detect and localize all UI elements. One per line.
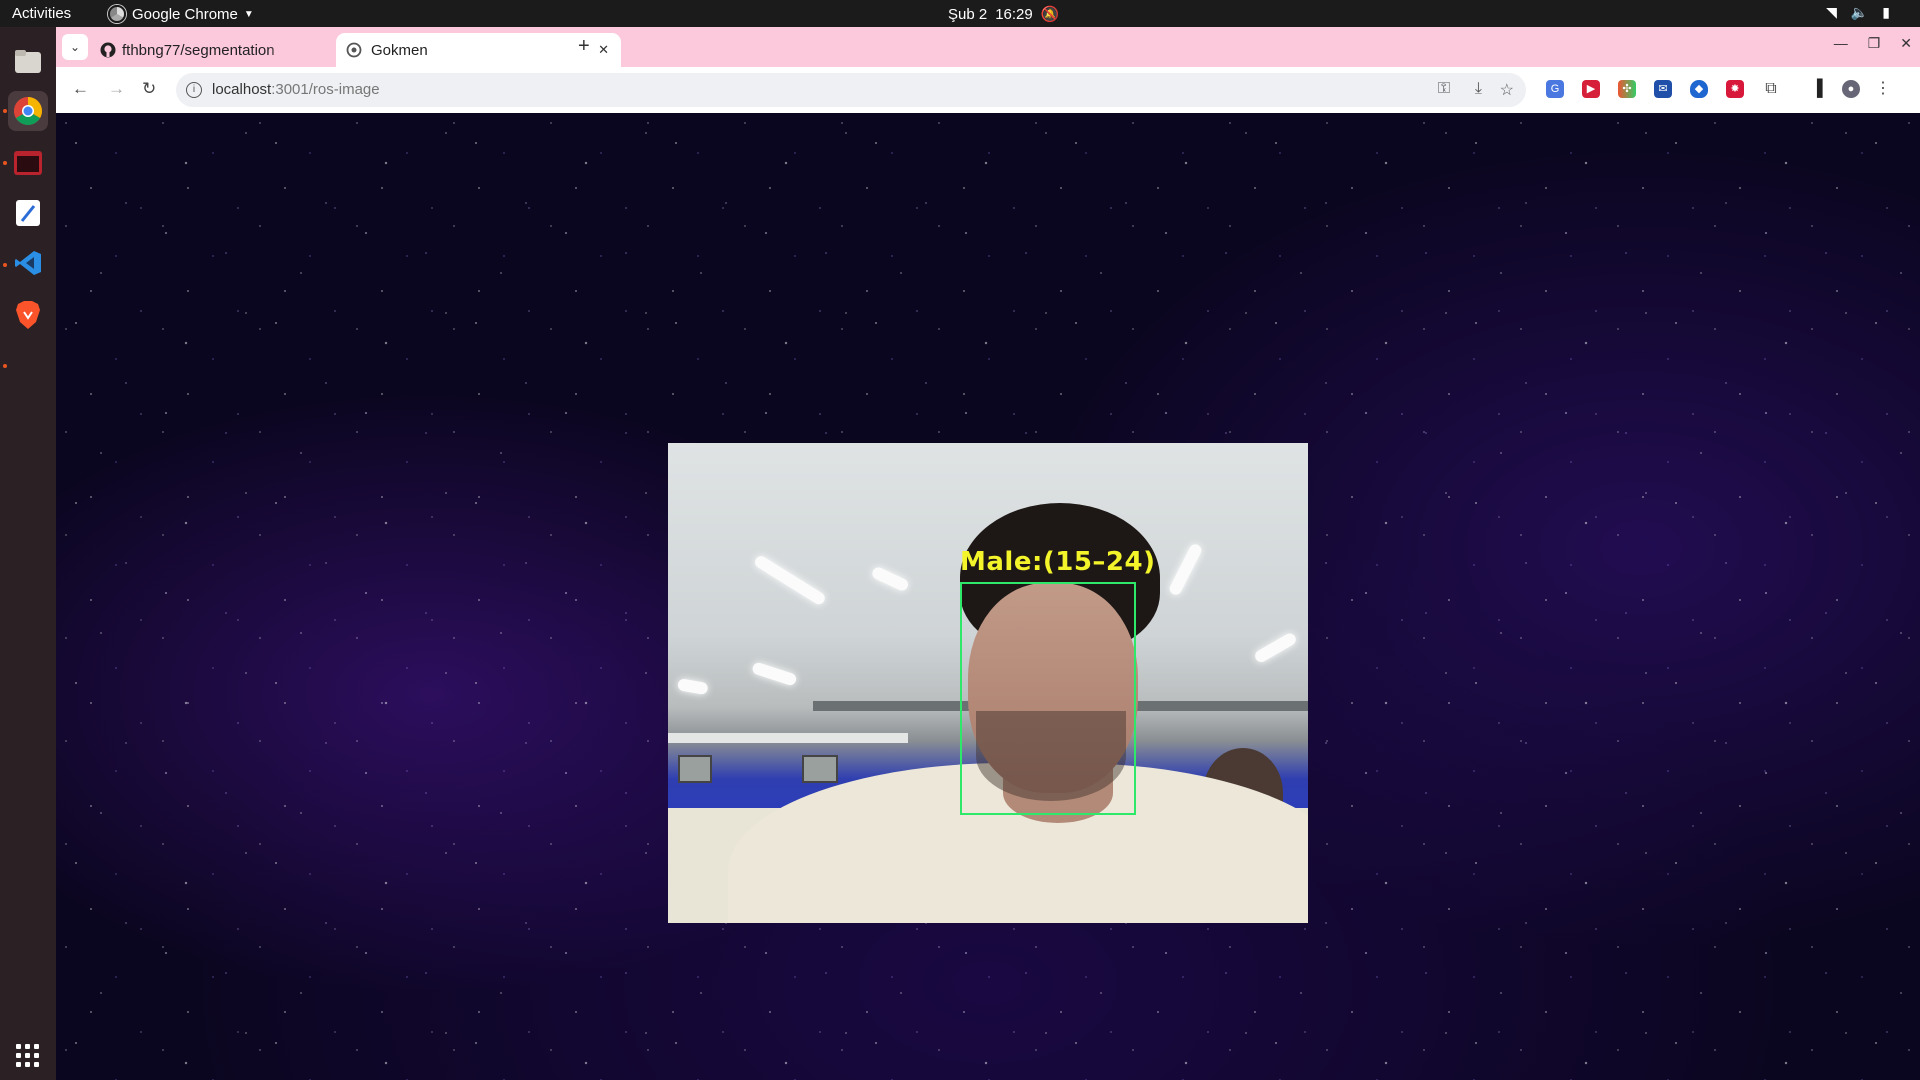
extension-icon[interactable]: ▶ [1582, 80, 1600, 98]
show-applications-icon[interactable] [16, 1044, 40, 1068]
notifications-off-icon: 🔕 [1040, 6, 1060, 23]
files-icon[interactable] [8, 41, 48, 81]
wifi-icon: ◥ [1826, 4, 1837, 20]
shield-extension-icon[interactable]: ◆ [1690, 80, 1708, 98]
wall-stripe [668, 733, 908, 743]
wall-frame [678, 755, 712, 783]
ceiling-light [870, 565, 910, 593]
running-indicator [3, 364, 7, 368]
text-editor-icon[interactable] [8, 193, 48, 233]
address-bar[interactable]: i localhost:3001/ros-image ⚿ ⤓ ☆ [176, 73, 1526, 107]
extension-icon[interactable]: ✉ [1654, 80, 1672, 98]
ceiling-light [1167, 542, 1204, 597]
ceiling-light [1253, 631, 1298, 665]
minimize-icon[interactable]: — [1834, 35, 1848, 52]
ros-camera-image: Male:(15–24) [668, 443, 1308, 923]
install-app-icon[interactable]: ⤓ [1475, 80, 1482, 98]
system-tray[interactable]: ◥ 🔈 ▮ [1826, 4, 1890, 21]
site-info-icon[interactable]: i [186, 82, 202, 98]
tab-segmentation[interactable]: fthbng77/segmentation ✕ [100, 33, 376, 67]
page-viewport: Male:(15–24) [56, 113, 1920, 1080]
ceiling-light [676, 678, 709, 696]
browser-window: ⌄ fthbng77/segmentation ✕ Gokmen ✕ + — ❐… [56, 27, 1920, 1080]
new-tab-button[interactable]: + [578, 35, 590, 58]
wall-frame [802, 755, 838, 783]
github-icon [100, 42, 116, 58]
url-text[interactable]: localhost:3001/ros-image [212, 81, 380, 98]
terminal-icon[interactable] [8, 143, 48, 183]
app-name: Google Chrome [132, 5, 238, 23]
tab-search-button[interactable]: ⌄ [62, 34, 88, 60]
ceiling-light [752, 553, 828, 607]
chevron-down-icon: ▼ [243, 8, 254, 20]
activities-button[interactable]: Activities [12, 5, 71, 22]
detection-label: Male:(15–24) [960, 547, 1156, 577]
password-key-icon[interactable]: ⚿ [1438, 80, 1450, 98]
close-tab-icon[interactable]: ✕ [598, 42, 609, 58]
extension-icon[interactable]: ✣ [1618, 80, 1636, 98]
vscode-icon[interactable] [8, 243, 48, 283]
extension-icon[interactable]: ✸ [1726, 80, 1744, 98]
url-path: :3001/ros-image [271, 81, 380, 98]
translate-extension-icon[interactable]: G [1546, 80, 1564, 98]
forward-button[interactable]: → [108, 79, 125, 99]
bookmark-star-icon[interactable]: ☆ [1500, 80, 1514, 100]
volume-icon: 🔈 [1850, 4, 1869, 20]
app-menu[interactable]: Google Chrome ▼ [108, 5, 254, 23]
ceiling-light [751, 661, 798, 687]
chrome-icon[interactable] [8, 91, 48, 131]
globe-icon [346, 42, 362, 58]
time-label: 16:29 [995, 5, 1033, 23]
running-indicator [3, 161, 7, 165]
dock [0, 27, 56, 1080]
tab-title: Gokmen [371, 41, 428, 59]
system-top-bar: Activities Google Chrome ▼ Şub 2 16:29 🔕… [0, 0, 1920, 27]
side-panel-icon[interactable]: ▐ [1808, 80, 1826, 98]
profile-avatar[interactable]: ● [1842, 80, 1860, 98]
chevron-down-icon: ⌄ [69, 40, 81, 54]
clock[interactable]: Şub 2 16:29 🔕 [948, 5, 1060, 24]
restore-icon[interactable]: ❐ [1868, 35, 1881, 52]
browser-toolbar: ← → ↻ i localhost:3001/ros-image ⚿ ⤓ ☆ G… [56, 67, 1920, 113]
face-bounding-box [960, 582, 1136, 815]
window-controls: — ❐ ✕ [1834, 35, 1912, 52]
back-button[interactable]: ← [72, 79, 89, 99]
battery-icon: ▮ [1882, 4, 1890, 20]
menu-kebab-icon[interactable]: ⋮ [1874, 80, 1892, 98]
chrome-icon [108, 5, 126, 23]
extensions-puzzle-icon[interactable]: ⧉ [1762, 80, 1780, 98]
close-window-icon[interactable]: ✕ [1900, 35, 1912, 52]
running-indicator [3, 109, 7, 113]
url-host: localhost [212, 81, 272, 98]
tab-strip: ⌄ fthbng77/segmentation ✕ Gokmen ✕ + — ❐… [56, 27, 1920, 67]
running-indicator [3, 263, 7, 267]
date-label: Şub 2 [948, 5, 988, 23]
brave-icon[interactable] [8, 295, 48, 335]
tab-title: fthbng77/segmentation [122, 41, 275, 59]
reload-button[interactable]: ↻ [142, 79, 156, 99]
